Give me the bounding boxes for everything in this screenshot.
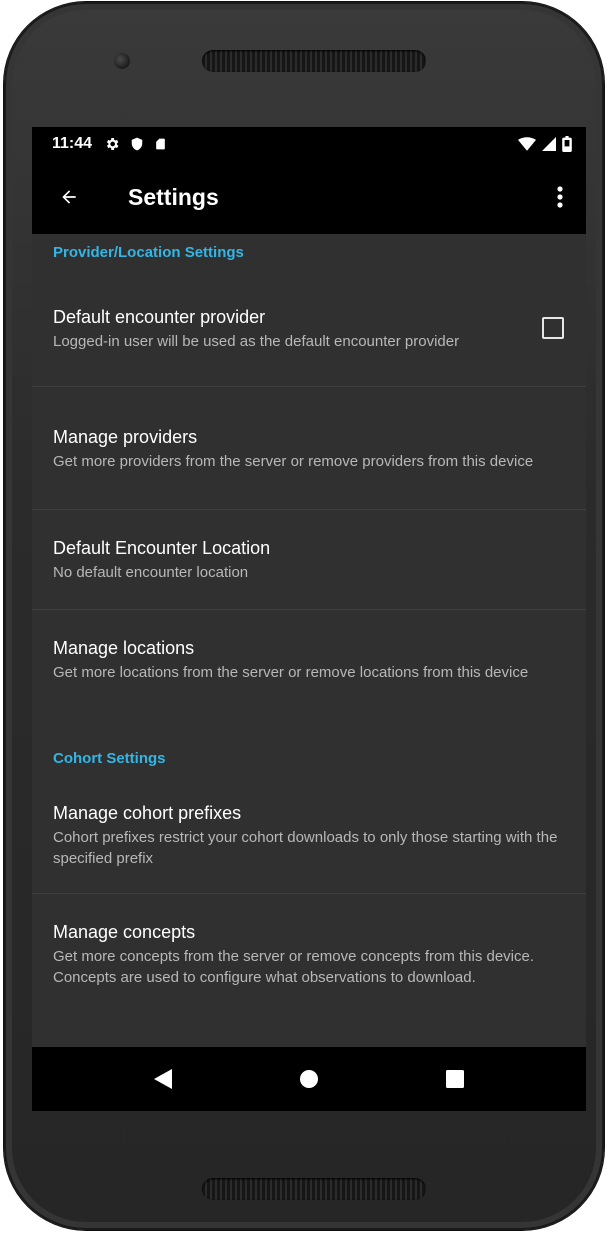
shield-icon: [130, 136, 144, 152]
back-triangle-icon[interactable]: [143, 1059, 183, 1099]
recents-square-icon[interactable]: [435, 1059, 475, 1099]
pref-summary: Get more concepts from the server or rem…: [53, 948, 535, 986]
pref-title: Manage locations: [53, 638, 195, 658]
pref-manage-providers[interactable]: Manage providers Get more providers from…: [32, 387, 586, 510]
front-camera: [114, 53, 130, 69]
pref-summary: No default encounter location: [53, 564, 249, 581]
default-provider-checkbox[interactable]: [542, 317, 564, 339]
arrow-back-icon[interactable]: [54, 182, 84, 212]
pref-manage-concepts[interactable]: Manage concepts Get more concepts from t…: [32, 894, 586, 1034]
top-speaker-grille: [202, 50, 426, 72]
pref-title: Manage cohort prefixes: [53, 802, 242, 823]
pref-title: Manage concepts: [53, 922, 196, 942]
status-bar: 11:44: [32, 127, 586, 160]
pref-manage-cohort-prefixes[interactable]: Manage cohort prefixes Cohort prefixes r…: [32, 776, 586, 894]
screen: 11:44 Settings Provider/Location Setting…: [32, 127, 586, 1111]
pref-default-encounter-provider[interactable]: Default encounter provider Logged-in use…: [32, 270, 586, 387]
category-cohort: Cohort Settings: [53, 750, 166, 767]
pref-summary: Logged-in user will be used as the defau…: [53, 332, 460, 350]
pref-manage-locations[interactable]: Manage locations Get more locations from…: [32, 610, 586, 748]
settings-list[interactable]: Provider/Location Settings Default encou…: [32, 234, 586, 1046]
page-title: Settings: [128, 183, 219, 210]
pref-title: Default encounter provider: [53, 306, 266, 327]
bottom-speaker-grille: [202, 1178, 426, 1200]
pref-summary: Get more locations from the server or re…: [53, 664, 529, 681]
pref-title: Default Encounter Location: [53, 538, 271, 558]
app-bar: Settings: [32, 160, 586, 234]
pref-title: Manage providers: [53, 426, 198, 447]
pref-default-encounter-location[interactable]: Default Encounter Location No default en…: [32, 510, 586, 610]
signal-icon: [542, 136, 556, 151]
wifi-icon: [518, 136, 536, 151]
pref-summary: Get more providers from the server or re…: [53, 452, 534, 470]
settings-icon: [104, 136, 120, 152]
status-time: 11:44: [52, 134, 93, 152]
home-circle-icon[interactable]: [289, 1059, 329, 1099]
battery-icon: [562, 135, 572, 152]
system-nav-bar: [32, 1047, 586, 1111]
more-vert-icon[interactable]: [548, 182, 572, 212]
sd-card-icon: [154, 136, 167, 152]
pref-summary: Cohort prefixes restrict your cohort dow…: [53, 828, 558, 867]
category-provider-location: Provider/Location Settings: [53, 244, 244, 261]
